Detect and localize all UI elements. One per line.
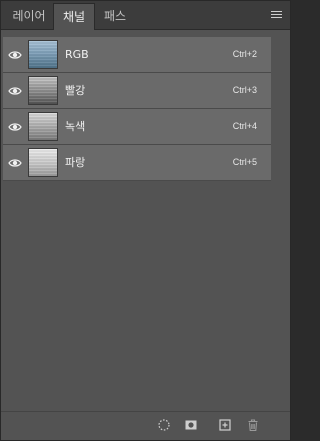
- load-selection-icon[interactable]: [157, 418, 171, 432]
- channel-list: RGB Ctrl+2 빨강 Ctrl+3 녹색 Ctrl+4 파랑 Ctrl+5: [3, 37, 271, 181]
- tab-paths[interactable]: 패스: [95, 3, 135, 29]
- channel-row-blue[interactable]: 파랑 Ctrl+5: [3, 145, 271, 181]
- tab-layers[interactable]: 레이어: [5, 3, 53, 29]
- trash-icon[interactable]: [246, 418, 260, 432]
- panel-menu-icon[interactable]: [271, 11, 282, 20]
- channel-shortcut: Ctrl+5: [232, 157, 257, 167]
- new-channel-icon[interactable]: [218, 418, 232, 432]
- channel-name: RGB: [65, 48, 89, 61]
- channel-name: 녹색: [65, 120, 86, 133]
- channel-row-rgb[interactable]: RGB Ctrl+2: [3, 37, 271, 73]
- eye-icon[interactable]: [8, 158, 22, 168]
- tab-channels[interactable]: 채널: [53, 3, 95, 30]
- channel-shortcut: Ctrl+2: [232, 49, 257, 59]
- eye-icon[interactable]: [8, 122, 22, 132]
- channel-shortcut: Ctrl+3: [232, 85, 257, 95]
- channel-thumbnail: [28, 40, 58, 69]
- save-selection-icon[interactable]: [184, 418, 198, 432]
- panel-footer: [1, 411, 290, 440]
- channel-row-green[interactable]: 녹색 Ctrl+4: [3, 109, 271, 145]
- channel-name: 빨강: [65, 84, 86, 97]
- channel-row-red[interactable]: 빨강 Ctrl+3: [3, 73, 271, 109]
- panel-tab-bar: 레이어 채널 패스: [1, 1, 290, 30]
- eye-icon[interactable]: [8, 86, 22, 96]
- channel-thumbnail: [28, 76, 58, 105]
- channels-panel: 레이어 채널 패스 RGB Ctrl+2 빨강 Ctrl+3 녹색 Ctrl+4…: [0, 0, 291, 441]
- channel-shortcut: Ctrl+4: [232, 121, 257, 131]
- channel-name: 파랑: [65, 156, 86, 169]
- eye-icon[interactable]: [8, 50, 22, 60]
- channel-thumbnail: [28, 148, 58, 177]
- channel-thumbnail: [28, 112, 58, 141]
